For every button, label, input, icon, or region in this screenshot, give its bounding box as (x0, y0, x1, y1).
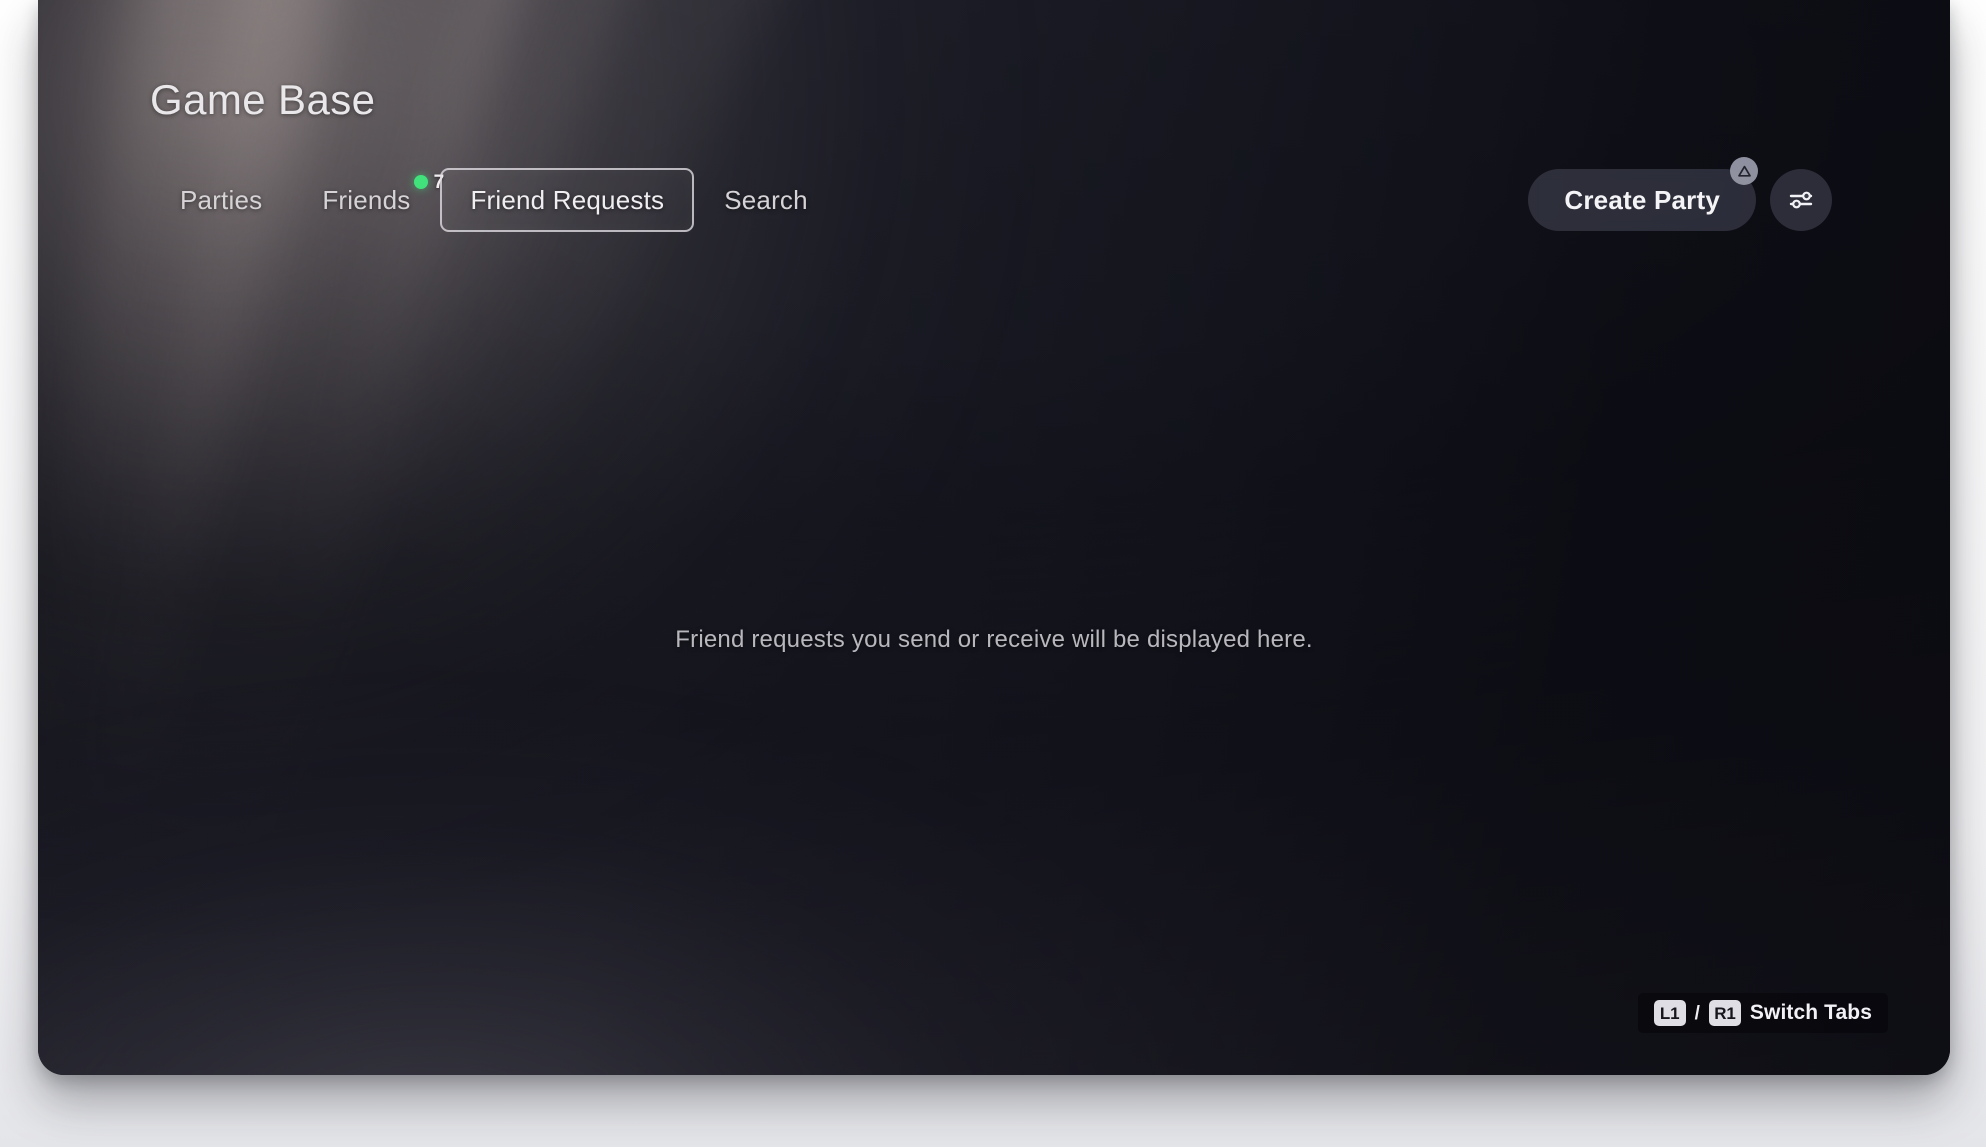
hint-separator: / (1694, 1002, 1700, 1024)
screen-root: Game Base Parties Friends 7 Friend Reque… (0, 0, 1986, 1147)
empty-state-message: Friend requests you send or receive will… (675, 626, 1313, 653)
r1-button-icon: R1 (1708, 1000, 1741, 1026)
tab-label: Parties (180, 184, 263, 215)
panel-content: Game Base Parties Friends 7 Friend Reque… (38, 0, 1950, 1075)
page-title: Game Base (150, 76, 376, 123)
tab-label: Friends (322, 184, 411, 215)
tab-parties[interactable]: Parties (150, 168, 292, 232)
tab-search[interactable]: Search (694, 168, 838, 232)
l1-button-icon: L1 (1653, 1000, 1686, 1026)
playstation-triangle-icon (1730, 157, 1758, 185)
tab-bar: Parties Friends 7 Friend Requests Search (150, 168, 838, 232)
controller-hint-switch-tabs: L1 / R1 Switch Tabs (1637, 993, 1888, 1033)
game-base-panel: Game Base Parties Friends 7 Friend Reque… (38, 0, 1950, 1075)
online-dot-icon (413, 175, 428, 189)
header-actions: Create Party (1528, 157, 1832, 232)
filter-options-button[interactable] (1770, 169, 1832, 231)
sliders-filter-icon (1786, 185, 1816, 215)
tab-friends[interactable]: Friends 7 (292, 168, 444, 232)
tab-friend-requests[interactable]: Friend Requests (440, 168, 695, 232)
tab-label: Friend Requests (470, 184, 665, 215)
create-party-button[interactable]: Create Party (1528, 157, 1758, 231)
hint-label: Switch Tabs (1749, 1001, 1872, 1024)
create-party-label: Create Party (1564, 184, 1720, 215)
tab-label: Search (724, 184, 808, 215)
